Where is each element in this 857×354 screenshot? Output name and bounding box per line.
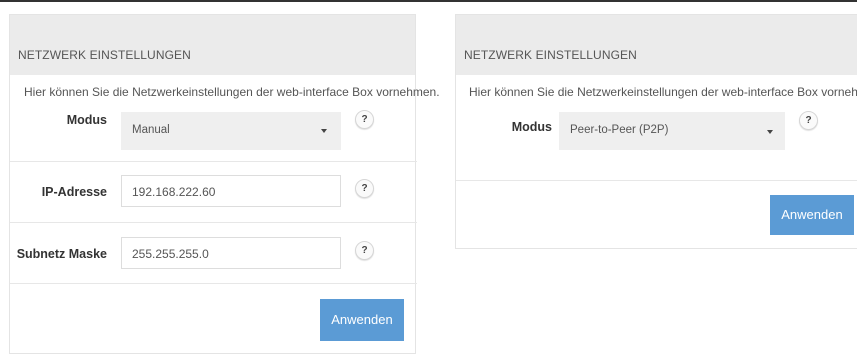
- apply-button[interactable]: Anwenden: [770, 195, 854, 235]
- intro-text: Hier können Sie die Netzwerkeinstellunge…: [469, 85, 857, 99]
- intro-text: Hier können Sie die Netzwerkeinstellunge…: [24, 85, 440, 99]
- mode-select-value: Peer-to-Peer (P2P): [570, 124, 669, 136]
- ip-address-help-icon[interactable]: ?: [355, 179, 374, 198]
- panel-header: NETZWERK EINSTELLUNGEN: [10, 15, 415, 75]
- divider: [456, 180, 857, 181]
- subnet-mask-input[interactable]: 255.255.255.0: [121, 237, 341, 269]
- network-settings-panel-manual: NETZWERK EINSTELLUNGEN Hier können Sie d…: [9, 14, 440, 354]
- mode-select[interactable]: Manual: [121, 112, 341, 150]
- divider: [10, 283, 417, 284]
- mode-label: Modus: [66, 113, 107, 127]
- panel-title: NETZWERK EINSTELLUNGEN: [464, 48, 637, 62]
- apply-button[interactable]: Anwenden: [320, 299, 404, 341]
- mode-help-icon[interactable]: ?: [355, 110, 374, 129]
- top-border-line: [0, 0, 857, 2]
- divider: [10, 161, 417, 162]
- subnet-mask-help-icon[interactable]: ?: [355, 241, 374, 260]
- chevron-down-icon: [767, 130, 773, 134]
- ip-address-input[interactable]: 192.168.222.60: [121, 175, 341, 207]
- network-settings-panel-p2p: NETZWERK EINSTELLUNGEN Hier können Sie d…: [455, 14, 857, 249]
- mode-select-value: Manual: [132, 124, 170, 136]
- chevron-down-icon: [321, 129, 327, 133]
- panel-title: NETZWERK EINSTELLUNGEN: [18, 48, 191, 62]
- mode-select[interactable]: Peer-to-Peer (P2P): [559, 112, 785, 150]
- mode-help-icon[interactable]: ?: [799, 111, 818, 130]
- divider: [10, 222, 417, 223]
- subnet-mask-label: Subnetz Maske: [16, 247, 107, 261]
- mode-label: Modus: [511, 120, 552, 134]
- panel-header: NETZWERK EINSTELLUNGEN: [456, 15, 857, 75]
- ip-address-label: IP-Adresse: [41, 185, 107, 199]
